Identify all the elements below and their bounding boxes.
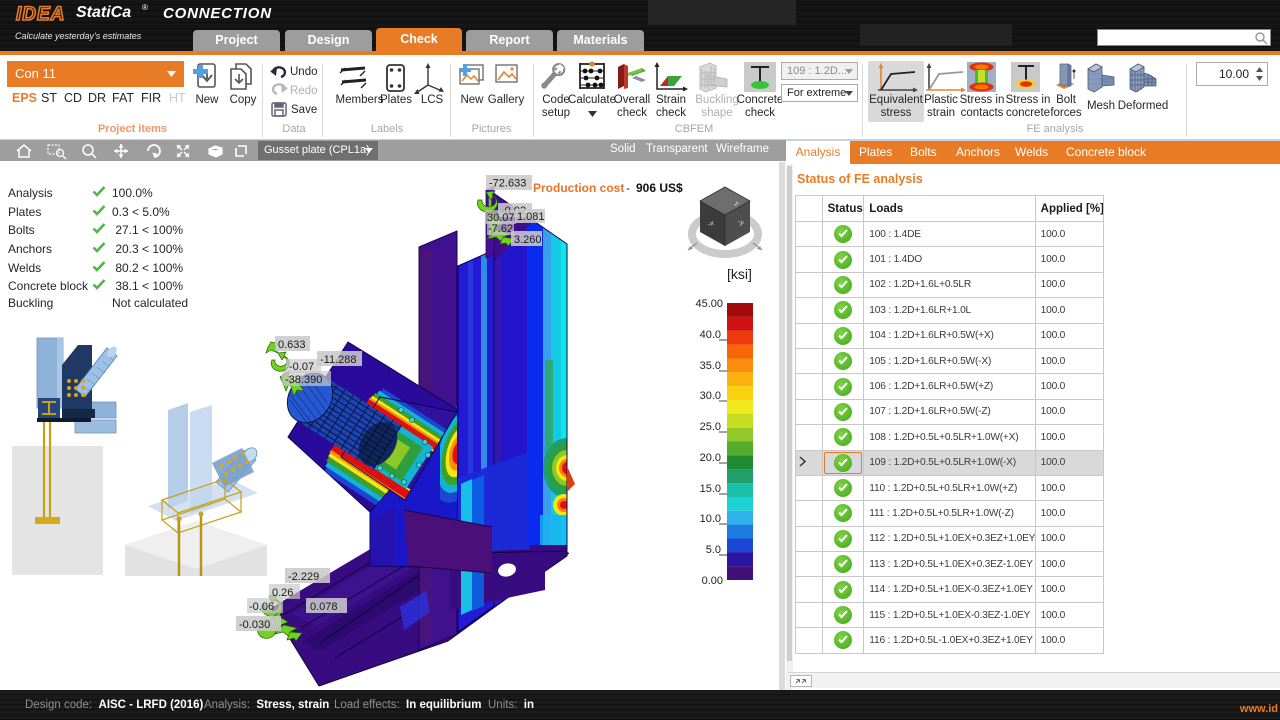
svg-text:25.0: 25.0 — [700, 421, 721, 433]
svg-text:-38.390: -38.390 — [285, 374, 322, 386]
svg-text:-2.229: -2.229 — [288, 571, 319, 583]
svg-text:20.0: 20.0 — [700, 452, 721, 464]
svg-text:1.081: 1.081 — [517, 211, 545, 223]
svg-text:30.0: 30.0 — [700, 390, 721, 402]
svg-text:0.633: 0.633 — [278, 339, 306, 351]
svg-text:0.078: 0.078 — [310, 601, 338, 613]
svg-text:-11.288: -11.288 — [320, 354, 357, 366]
svg-text:-0.06: -0.06 — [249, 601, 274, 613]
svg-text:15.0: 15.0 — [700, 483, 721, 495]
svg-text:35.0: 35.0 — [700, 360, 721, 372]
svg-text:5.0: 5.0 — [706, 544, 721, 556]
svg-text:10.0: 10.0 — [700, 513, 721, 525]
svg-text:-72.633: -72.633 — [489, 178, 526, 190]
svg-text:-: - — [626, 181, 630, 195]
svg-text:0.26: 0.26 — [272, 587, 293, 599]
svg-text:Production cost: Production cost — [533, 181, 624, 195]
svg-text:906 US$: 906 US$ — [636, 181, 683, 195]
svg-text:0.00: 0.00 — [702, 575, 723, 587]
svg-text:-0.030: -0.030 — [239, 619, 270, 631]
svg-text:[ksi]: [ksi] — [727, 266, 752, 282]
svg-text:-7.62: -7.62 — [488, 223, 513, 235]
svg-text:45.00: 45.00 — [695, 298, 723, 310]
svg-text:3.260: 3.260 — [514, 234, 542, 246]
svg-text:40.0: 40.0 — [700, 329, 721, 341]
